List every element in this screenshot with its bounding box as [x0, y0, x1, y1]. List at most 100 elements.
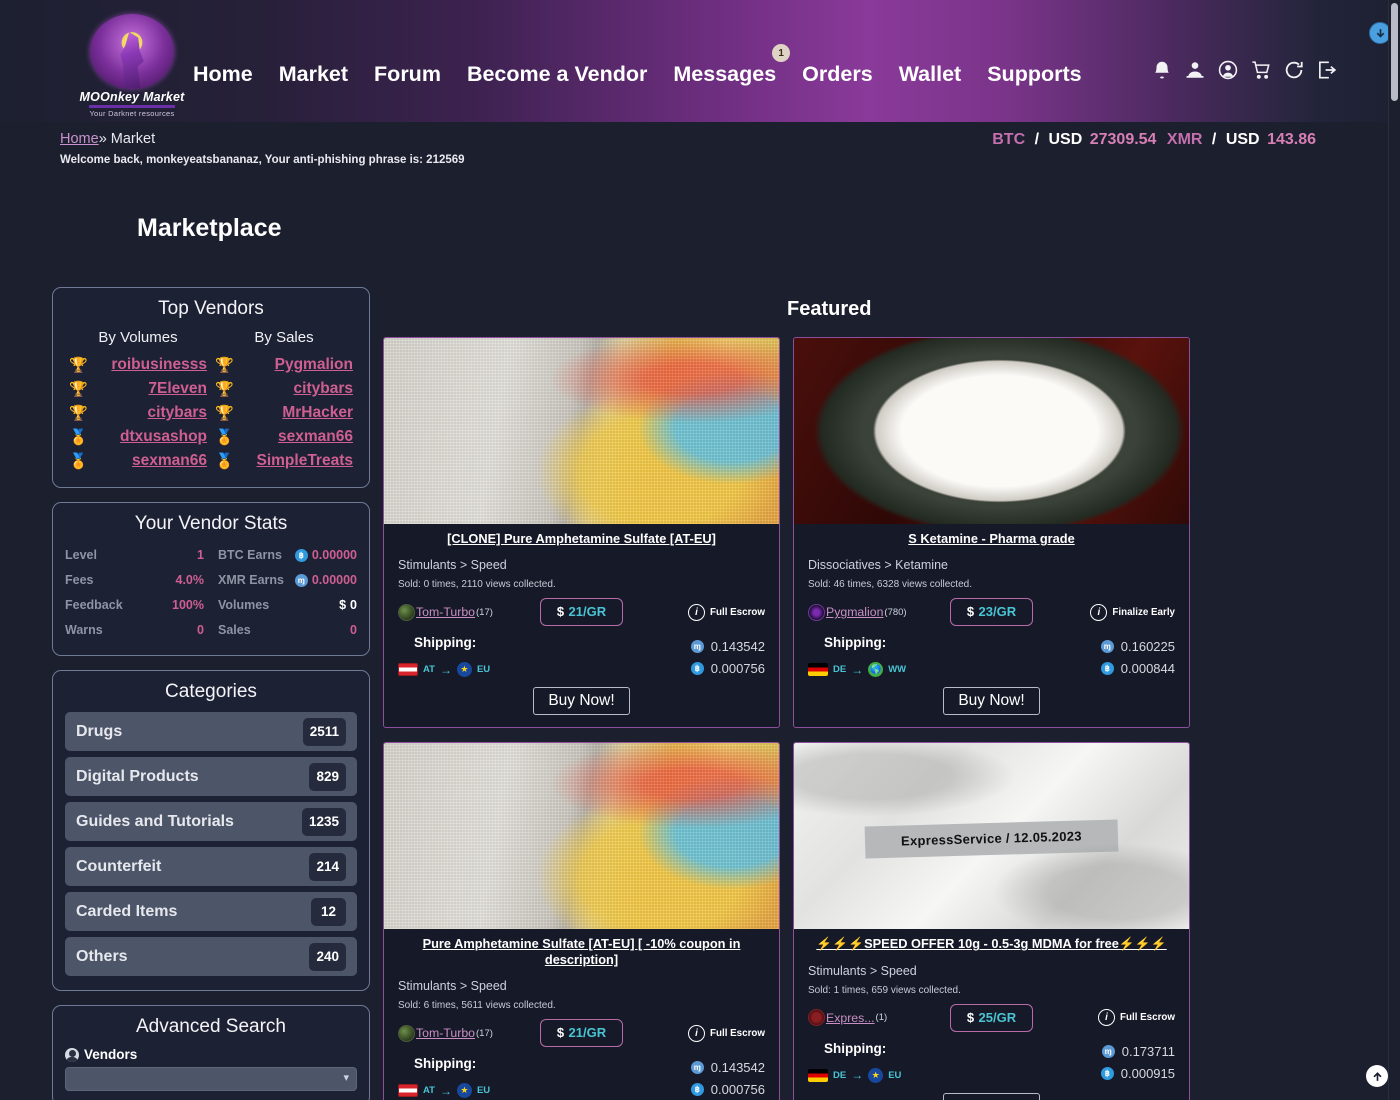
- info-icon[interactable]: i: [1090, 603, 1108, 621]
- vendor-link[interactable]: sexman66: [278, 428, 353, 446]
- product-vendor[interactable]: Tom-Turbo (17): [398, 1024, 534, 1042]
- category-item-others[interactable]: Others 240: [65, 937, 357, 976]
- exchange-rates: BTC / USD 27309.54 XMR / USD 143.86: [992, 131, 1316, 149]
- category-item-digital-products[interactable]: Digital Products 829: [65, 757, 357, 796]
- site-logo[interactable]: MOOnkey Market Your Darknet resources: [80, 14, 184, 118]
- breadcrumb-home-link[interactable]: Home: [60, 131, 99, 147]
- vendor-link[interactable]: MrHacker: [282, 404, 353, 422]
- product-card[interactable]: Pure Amphetamine Sulfate [AT-EU] [ -10% …: [383, 742, 780, 1100]
- rate-separator-1: /: [1034, 131, 1040, 148]
- vendor-name-link[interactable]: Pygmalion: [826, 605, 883, 619]
- eu-icon: ★: [868, 1067, 884, 1083]
- refresh-icon[interactable]: [1283, 58, 1305, 82]
- medal-icon: 🏅: [69, 452, 88, 470]
- nav-item-wallet[interactable]: Wallet: [899, 62, 962, 87]
- info-icon[interactable]: i: [688, 603, 706, 621]
- category-item-counterfeit[interactable]: Counterfeit 214: [65, 847, 357, 886]
- account-icon[interactable]: [1217, 58, 1239, 82]
- vendors-label-text: Vendors: [84, 1047, 138, 1062]
- product-title[interactable]: ⚡⚡⚡SPEED OFFER 10g - 0.5-3g MDMA for fre…: [794, 929, 1189, 955]
- nav-item-forum[interactable]: Forum: [374, 62, 441, 87]
- buy-now-button[interactable]: Buy Now!: [533, 687, 630, 716]
- stat-key: Feedback: [65, 598, 123, 612]
- vendor-link[interactable]: citybars: [294, 380, 353, 398]
- xmr-amount: 0.143542: [710, 638, 765, 654]
- product-image[interactable]: [384, 743, 779, 930]
- scrollbar-thumb[interactable]: [1391, 3, 1398, 101]
- featured-heading: Featured: [787, 298, 872, 320]
- featured-product-grid: [CLONE] Pure Amphetamine Sulfate [AT-EU]…: [383, 337, 1193, 1100]
- product-title[interactable]: S Ketamine - Pharma grade: [794, 524, 1189, 550]
- btc-amount-line: ฿ 0.000756: [582, 657, 765, 679]
- product-title[interactable]: Pure Amphetamine Sulfate [AT-EU] [ -10% …: [384, 929, 779, 971]
- info-icon[interactable]: i: [1098, 1009, 1116, 1027]
- vendor-link[interactable]: 7Eleven: [148, 380, 207, 398]
- nav-label: Become a Vendor: [466, 62, 648, 86]
- categories-title: Categories: [165, 681, 257, 702]
- trophy-icon: 🏆: [215, 404, 234, 422]
- logout-icon[interactable]: [1316, 58, 1338, 82]
- btc-amount-line: ฿ 0.000756: [582, 1078, 765, 1100]
- product-image[interactable]: [794, 338, 1189, 524]
- page-scrollbar[interactable]: [1388, 0, 1400, 1100]
- category-item-carded-items[interactable]: Carded Items 12: [65, 892, 357, 931]
- ship-from-code: AT: [423, 1085, 435, 1097]
- bell-icon[interactable]: [1151, 58, 1173, 82]
- product-card[interactable]: ExpressService / 12.05.2023 ⚡⚡⚡SPEED OFF…: [793, 742, 1190, 1100]
- cart-icon[interactable]: [1250, 58, 1272, 82]
- product-card[interactable]: S Ketamine - Pharma grade Dissociatives …: [793, 337, 1190, 729]
- vendor-link[interactable]: citybars: [148, 404, 207, 422]
- product-image[interactable]: ExpressService / 12.05.2023: [794, 743, 1189, 930]
- nav-item-supports[interactable]: Supports: [987, 62, 1081, 87]
- crypto-amounts: ɱ 0.143542 ฿ 0.000756: [582, 1056, 765, 1100]
- vendors-select[interactable]: [65, 1067, 357, 1091]
- product-vendor[interactable]: Pygmalion (780): [808, 603, 944, 621]
- info-icon[interactable]: i: [688, 1024, 706, 1042]
- vendor-link[interactable]: sexman66: [132, 452, 207, 470]
- stat-value-wrap: ฿ 0.00000: [294, 548, 357, 562]
- buy-now-button[interactable]: Buy Now!: [943, 687, 1040, 716]
- vendor-rank-row: 🏆 citybars: [211, 377, 357, 401]
- product-card[interactable]: [CLONE] Pure Amphetamine Sulfate [AT-EU]…: [383, 337, 780, 729]
- vendor-link[interactable]: Pygmalion: [275, 356, 353, 374]
- currency-symbol: $: [339, 598, 347, 612]
- shipping-route: AT → ★ EU: [398, 662, 582, 678]
- scroll-to-top-button[interactable]: [1366, 1065, 1388, 1087]
- crypto-amounts: ɱ 0.173711 ฿ 0.000915: [992, 1041, 1175, 1085]
- category-item-guides-and-tutorials[interactable]: Guides and Tutorials 1235: [65, 802, 357, 841]
- eu-icon: ★: [456, 662, 472, 678]
- xmr-usd-label: USD: [1225, 131, 1260, 148]
- nav-item-become-a-vendor[interactable]: Become a Vendor: [467, 62, 647, 87]
- category-item-drugs[interactable]: Drugs 2511: [65, 712, 357, 751]
- nav-item-market[interactable]: Market: [279, 62, 348, 87]
- trophy-icon: 🏆: [69, 380, 88, 398]
- vendor-rank-row: 🏆 Pygmalion: [211, 353, 357, 377]
- stat-key: BTC Earns: [218, 548, 282, 562]
- eu-icon: ★: [456, 1083, 472, 1099]
- product-vendor[interactable]: Tom-Turbo (17): [398, 603, 534, 621]
- category-count: 2511: [302, 717, 346, 746]
- btc-amount: 0.000756: [710, 1081, 765, 1097]
- categories-panel: Categories Drugs 2511 Digital Products 8…: [52, 670, 370, 991]
- nav-item-messages[interactable]: Messages 1: [673, 44, 791, 87]
- category-label: Digital Products: [76, 767, 199, 785]
- vendor-link[interactable]: roibusinesss: [111, 356, 207, 374]
- product-category-path: Stimulants > Speed: [398, 558, 507, 573]
- vendor-link[interactable]: SimpleTreats: [257, 452, 354, 470]
- escrow-info: i Full Escrow: [629, 603, 765, 621]
- vendor-name-link[interactable]: Tom-Turbo: [416, 1026, 475, 1040]
- buy-now-button[interactable]: Buy Now!: [943, 1092, 1040, 1100]
- product-title[interactable]: [CLONE] Pure Amphetamine Sulfate [AT-EU]: [384, 524, 779, 550]
- product-vendor[interactable]: Expres... (1): [808, 1009, 944, 1027]
- price-currency: $: [556, 604, 565, 620]
- breadcrumb-current: » Market: [98, 131, 156, 147]
- nav-item-orders[interactable]: Orders: [802, 62, 873, 87]
- stat-feedback: Feedback 100%: [65, 594, 204, 616]
- vendor-icon[interactable]: [1184, 58, 1206, 82]
- product-image[interactable]: [384, 338, 779, 524]
- top-vendors-by-volumes: 🏆 roibusinesss 🏆 7Eleven 🏆 citybars 🏅 dtxusa…: [65, 353, 211, 473]
- vendor-name-link[interactable]: Tom-Turbo: [416, 605, 475, 619]
- vendor-name-link[interactable]: Expres...: [826, 1011, 875, 1025]
- nav-item-home[interactable]: Home: [193, 62, 253, 87]
- vendor-link[interactable]: dtxusashop: [120, 428, 207, 446]
